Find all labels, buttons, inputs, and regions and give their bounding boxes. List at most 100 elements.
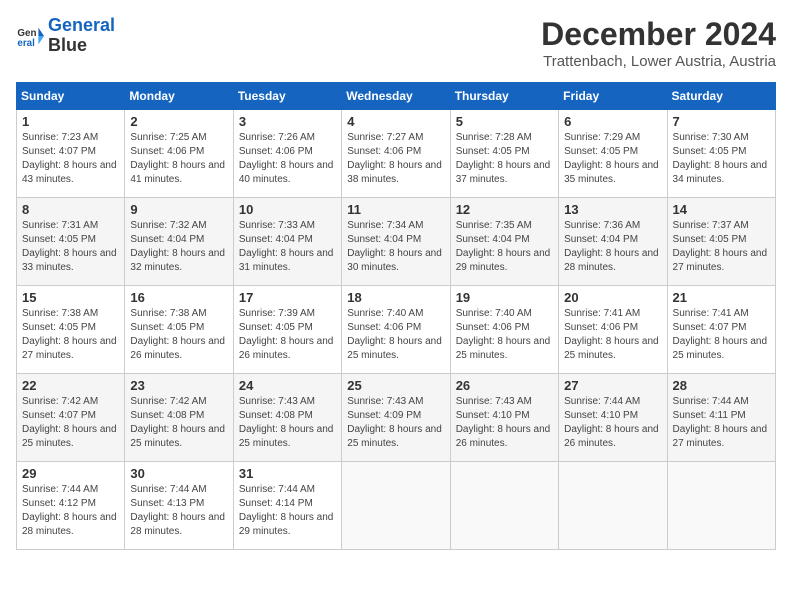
calendar-week-row: 22 Sunrise: 7:42 AMSunset: 4:07 PMDayligh… [17, 374, 776, 462]
table-row: 29Sunrise: 7:44 AMSunset: 4:12 PMDayligh… [17, 462, 125, 550]
header-thursday: Thursday [450, 83, 558, 110]
table-row: 9 Sunrise: 7:32 AMSunset: 4:04 PMDaylight… [125, 198, 233, 286]
day-number: 14 [673, 202, 770, 217]
svg-text:eral: eral [17, 38, 35, 49]
table-row [559, 462, 667, 550]
calendar-week-row: 29Sunrise: 7:44 AMSunset: 4:12 PMDayligh… [17, 462, 776, 550]
table-row: 26Sunrise: 7:43 AMSunset: 4:10 PMDayligh… [450, 374, 558, 462]
table-row: 5 Sunrise: 7:28 AMSunset: 4:05 PMDaylight… [450, 110, 558, 198]
table-row: 17 Sunrise: 7:39 AMSunset: 4:05 PMDayligh… [233, 286, 341, 374]
day-info: Sunrise: 7:29 AMSunset: 4:05 PMDaylight:… [564, 131, 661, 187]
day-info: Sunrise: 7:40 AMSunset: 4:06 PMDaylight:… [347, 307, 444, 363]
table-row: 8Sunrise: 7:31 AMSunset: 4:05 PMDaylight… [17, 198, 125, 286]
table-row: 7Sunrise: 7:30 AMSunset: 4:05 PMDaylight… [667, 110, 775, 198]
table-row: 6 Sunrise: 7:29 AMSunset: 4:05 PMDaylight… [559, 110, 667, 198]
logo-text-line1: General [48, 16, 115, 36]
day-info: Sunrise: 7:44 AMSunset: 4:14 PMDaylight:… [239, 483, 336, 539]
day-info: Sunrise: 7:23 AMSunset: 4:07 PMDaylight:… [22, 131, 119, 187]
day-number: 30 [130, 466, 227, 481]
table-row: 13 Sunrise: 7:36 AMSunset: 4:04 PMDayligh… [559, 198, 667, 286]
table-row: 2Sunrise: 7:25 AMSunset: 4:06 PMDaylight… [125, 110, 233, 198]
day-number: 28 [673, 378, 770, 393]
day-number: 15 [22, 290, 119, 305]
day-info: Sunrise: 7:39 AMSunset: 4:05 PMDaylight:… [239, 307, 336, 363]
day-number: 17 [239, 290, 336, 305]
table-row: 10 Sunrise: 7:33 AMSunset: 4:04 PMDayligh… [233, 198, 341, 286]
day-info: Sunrise: 7:32 AMSunset: 4:04 PMDaylight:… [130, 219, 227, 275]
header-saturday: Saturday [667, 83, 775, 110]
day-number: 31 [239, 466, 336, 481]
day-number: 24 [239, 378, 336, 393]
header-monday: Monday [125, 83, 233, 110]
day-number: 4 [347, 114, 444, 129]
table-row: 18 Sunrise: 7:40 AMSunset: 4:06 PMDayligh… [342, 286, 450, 374]
day-info: Sunrise: 7:38 AMSunset: 4:05 PMDaylight:… [130, 307, 227, 363]
table-row: 25 Sunrise: 7:43 AMSunset: 4:09 PMDayligh… [342, 374, 450, 462]
day-number: 12 [456, 202, 553, 217]
page-header: Gen eral General Blue December 2024 Trat… [16, 16, 776, 70]
logo-icon: Gen eral [16, 22, 44, 50]
table-row: 30 Sunrise: 7:44 AMSunset: 4:13 PMDayligh… [125, 462, 233, 550]
table-row [450, 462, 558, 550]
day-info: Sunrise: 7:43 AMSunset: 4:09 PMDaylight:… [347, 395, 444, 451]
header-tuesday: Tuesday [233, 83, 341, 110]
day-info: Sunrise: 7:27 AMSunset: 4:06 PMDaylight:… [347, 131, 444, 187]
day-info: Sunrise: 7:43 AMSunset: 4:08 PMDaylight:… [239, 395, 336, 451]
table-row: 11 Sunrise: 7:34 AMSunset: 4:04 PMDayligh… [342, 198, 450, 286]
day-info: Sunrise: 7:42 AMSunset: 4:07 PMDaylight:… [22, 395, 119, 451]
day-info: Sunrise: 7:44 AMSunset: 4:10 PMDaylight:… [564, 395, 661, 451]
day-info: Sunrise: 7:38 AMSunset: 4:05 PMDaylight:… [22, 307, 119, 363]
calendar-week-row: 8Sunrise: 7:31 AMSunset: 4:05 PMDaylight… [17, 198, 776, 286]
day-number: 11 [347, 202, 444, 217]
day-info: Sunrise: 7:34 AMSunset: 4:04 PMDaylight:… [347, 219, 444, 275]
day-number: 6 [564, 114, 661, 129]
day-number: 22 [22, 378, 119, 393]
table-row: 3 Sunrise: 7:26 AMSunset: 4:06 PMDaylight… [233, 110, 341, 198]
logo-text-line2: Blue [48, 36, 115, 56]
day-number: 23 [130, 378, 227, 393]
calendar-week-row: 1Sunrise: 7:23 AMSunset: 4:07 PMDaylight… [17, 110, 776, 198]
day-number: 21 [673, 290, 770, 305]
day-info: Sunrise: 7:30 AMSunset: 4:05 PMDaylight:… [673, 131, 770, 187]
day-number: 16 [130, 290, 227, 305]
table-row: 31 Sunrise: 7:44 AMSunset: 4:14 PMDayligh… [233, 462, 341, 550]
table-row: 15 Sunrise: 7:38 AMSunset: 4:05 PMDayligh… [17, 286, 125, 374]
day-number: 3 [239, 114, 336, 129]
table-row: 27 Sunrise: 7:44 AMSunset: 4:10 PMDayligh… [559, 374, 667, 462]
day-number: 27 [564, 378, 661, 393]
table-row: 28Sunrise: 7:44 AMSunset: 4:11 PMDayligh… [667, 374, 775, 462]
logo: Gen eral General Blue [16, 16, 115, 56]
day-info: Sunrise: 7:44 AMSunset: 4:13 PMDaylight:… [130, 483, 227, 539]
table-row: 4 Sunrise: 7:27 AMSunset: 4:06 PMDaylight… [342, 110, 450, 198]
table-row: 23 Sunrise: 7:42 AMSunset: 4:08 PMDayligh… [125, 374, 233, 462]
day-info: Sunrise: 7:26 AMSunset: 4:06 PMDaylight:… [239, 131, 336, 187]
day-info: Sunrise: 7:41 AMSunset: 4:07 PMDaylight:… [673, 307, 770, 363]
calendar-week-row: 15 Sunrise: 7:38 AMSunset: 4:05 PMDayligh… [17, 286, 776, 374]
day-number: 9 [130, 202, 227, 217]
day-number: 19 [456, 290, 553, 305]
day-info: Sunrise: 7:35 AMSunset: 4:04 PMDaylight:… [456, 219, 553, 275]
header-wednesday: Wednesday [342, 83, 450, 110]
day-info: Sunrise: 7:37 AMSunset: 4:05 PMDaylight:… [673, 219, 770, 275]
day-number: 29 [22, 466, 119, 481]
day-info: Sunrise: 7:41 AMSunset: 4:06 PMDaylight:… [564, 307, 661, 363]
day-info: Sunrise: 7:28 AMSunset: 4:05 PMDaylight:… [456, 131, 553, 187]
day-info: Sunrise: 7:25 AMSunset: 4:06 PMDaylight:… [130, 131, 227, 187]
day-number: 10 [239, 202, 336, 217]
table-row: 22 Sunrise: 7:42 AMSunset: 4:07 PMDayligh… [17, 374, 125, 462]
day-number: 25 [347, 378, 444, 393]
day-number: 13 [564, 202, 661, 217]
day-info: Sunrise: 7:43 AMSunset: 4:10 PMDaylight:… [456, 395, 553, 451]
table-row: 16 Sunrise: 7:38 AMSunset: 4:05 PMDayligh… [125, 286, 233, 374]
day-info: Sunrise: 7:33 AMSunset: 4:04 PMDaylight:… [239, 219, 336, 275]
day-number: 18 [347, 290, 444, 305]
title-block: December 2024 Trattenbach, Lower Austria… [541, 16, 776, 70]
day-number: 20 [564, 290, 661, 305]
month-title: December 2024 [541, 16, 776, 53]
day-number: 5 [456, 114, 553, 129]
table-row: 20 Sunrise: 7:41 AMSunset: 4:06 PMDayligh… [559, 286, 667, 374]
day-info: Sunrise: 7:36 AMSunset: 4:04 PMDaylight:… [564, 219, 661, 275]
location-title: Trattenbach, Lower Austria, Austria [541, 53, 776, 70]
day-info: Sunrise: 7:42 AMSunset: 4:08 PMDaylight:… [130, 395, 227, 451]
day-info: Sunrise: 7:40 AMSunset: 4:06 PMDaylight:… [456, 307, 553, 363]
